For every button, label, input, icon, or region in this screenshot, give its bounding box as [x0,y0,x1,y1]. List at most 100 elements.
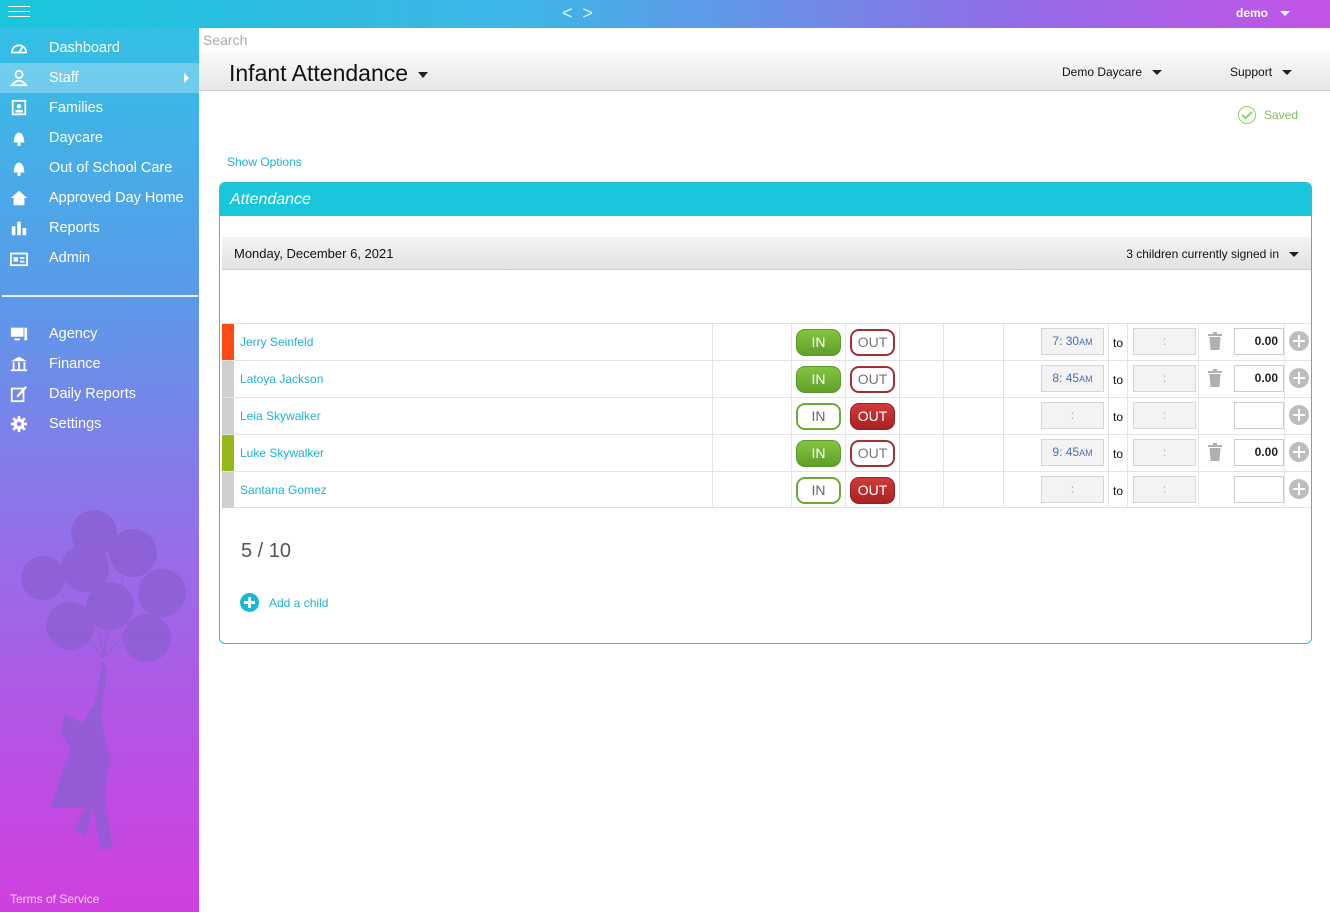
balloon-girl-illustration [21,510,186,850]
add-time-icon[interactable] [1289,368,1309,388]
bar-chart-icon [11,221,27,236]
time-in-ampm: AM [1079,448,1093,458]
trash-icon[interactable] [1208,443,1222,461]
child-name-link[interactable]: Leia Skywalker [240,409,321,423]
add-time-icon[interactable] [1289,405,1309,425]
chevron-down-icon [1152,70,1163,76]
sign-out-button[interactable]: OUT [850,366,895,393]
time-out-field[interactable]: : [1133,439,1196,466]
table-row: Luke Skywalker IN OUT 9: 45AM to: 0.00 [222,434,1311,471]
add-child-button[interactable]: Add a child [240,593,328,612]
hours-field[interactable] [1234,476,1284,503]
sidebar-item-label: Settings [49,416,102,432]
column-divider [1108,361,1109,397]
column-divider [845,361,846,397]
column-divider [1003,435,1004,471]
support-dropdown[interactable]: Support [1230,65,1293,79]
hamburger-menu-icon[interactable] [8,6,30,22]
sidebar-item-daily-reports[interactable]: Daily Reports [0,379,199,409]
sign-in-button[interactable]: IN [796,329,841,356]
child-name-link[interactable]: Santana Gomez [240,483,327,497]
id-card-icon [10,252,28,267]
page-title: Infant Attendance [229,60,409,86]
column-divider [791,361,792,397]
column-divider [712,398,713,434]
sign-out-button[interactable]: OUT [850,403,895,430]
sidebar-item-dashboard[interactable]: Dashboard [0,33,199,63]
column-divider [1003,398,1004,434]
show-options-link[interactable]: Show Options [227,155,302,169]
history-nav: <> [562,3,603,24]
column-divider [791,435,792,471]
sidebar-item-finance[interactable]: Finance [0,349,199,379]
time-in-field[interactable]: 8: 45AM [1041,365,1104,392]
attendance-table: Jerry Seinfeld IN OUT 7: 30AM to: 0.00 Latoya … [222,323,1311,508]
column-divider [845,472,846,508]
column-divider [899,472,900,508]
sidebar-item-out-of-school-care[interactable]: Out of School Care [0,153,199,183]
column-divider [712,361,713,397]
sign-out-button[interactable]: OUT [850,477,895,504]
column-divider [845,398,846,434]
page-title-dropdown[interactable]: Infant Attendance [229,60,429,87]
child-name-link[interactable]: Luke Skywalker [240,446,324,460]
back-arrow-icon[interactable]: < [562,3,583,23]
sign-in-button[interactable]: IN [796,477,841,504]
sidebar-item-approved-day-home[interactable]: Approved Day Home [0,183,199,213]
column-divider [1198,361,1199,397]
bank-icon [10,356,28,372]
hours-field[interactable] [1234,402,1284,429]
sidebar-item-reports[interactable]: Reports [0,213,199,243]
column-divider [1127,435,1128,471]
to-label: to [1113,447,1124,461]
time-in-field[interactable]: 7: 30AM [1041,328,1104,355]
time-in-field[interactable]: 9: 45AM [1041,439,1104,466]
add-time-icon[interactable] [1289,442,1309,462]
org-dropdown[interactable]: Demo Daycare [1062,65,1163,79]
trash-icon[interactable] [1208,369,1222,387]
child-name-link[interactable]: Jerry Seinfeld [240,335,313,349]
plus-circle-icon [240,593,259,612]
sign-out-button[interactable]: OUT [850,329,895,356]
signed-in-dropdown[interactable]: 3 children currently signed in [1126,247,1299,261]
sidebar-item-settings[interactable]: Settings [0,409,199,439]
terms-of-service-link[interactable]: Terms of Service [10,892,99,906]
sidebar-item-admin[interactable]: Admin [0,243,199,273]
gauge-icon [10,44,28,54]
sign-in-button[interactable]: IN [796,440,841,467]
time-in-field[interactable]: : [1041,402,1104,429]
sign-out-button[interactable]: OUT [850,440,895,467]
sign-in-button[interactable]: IN [796,366,841,393]
time-out-field[interactable]: : [1133,476,1196,503]
sign-in-button[interactable]: IN [796,403,841,430]
search-input[interactable] [199,28,1330,52]
time-out-field[interactable]: : [1133,328,1196,355]
column-divider [1198,435,1199,471]
time-in-field[interactable]: : [1041,476,1104,503]
hours-field[interactable]: 0.00 [1234,365,1284,392]
user-menu[interactable]: demo [1236,6,1290,20]
sidebar-item-agency[interactable]: Agency [0,319,199,349]
add-time-icon[interactable] [1289,479,1309,499]
time-out-value: : [1162,445,1167,459]
column-divider [943,472,944,508]
column-divider [1284,472,1285,508]
time-out-field[interactable]: : [1133,365,1196,392]
chevron-down-icon [1280,11,1290,17]
sidebar-item-daycare[interactable]: Daycare [0,123,199,153]
sidebar-item-label: Finance [49,356,101,372]
add-time-icon[interactable] [1289,331,1309,351]
column-divider [1198,324,1199,360]
child-name-link[interactable]: Latoya Jackson [240,372,323,386]
sidebar-item-families[interactable]: Families [0,93,199,123]
hours-field[interactable]: 0.00 [1234,328,1284,355]
column-divider [943,361,944,397]
time-in-value: : [1070,482,1075,496]
time-out-field[interactable]: : [1133,402,1196,429]
trash-icon[interactable] [1208,332,1222,350]
forward-arrow-icon[interactable]: > [583,3,604,23]
sidebar-item-staff[interactable]: Staff [0,63,199,93]
column-divider [943,324,944,360]
chevron-down-icon [1282,70,1293,76]
hours-field[interactable]: 0.00 [1234,439,1284,466]
